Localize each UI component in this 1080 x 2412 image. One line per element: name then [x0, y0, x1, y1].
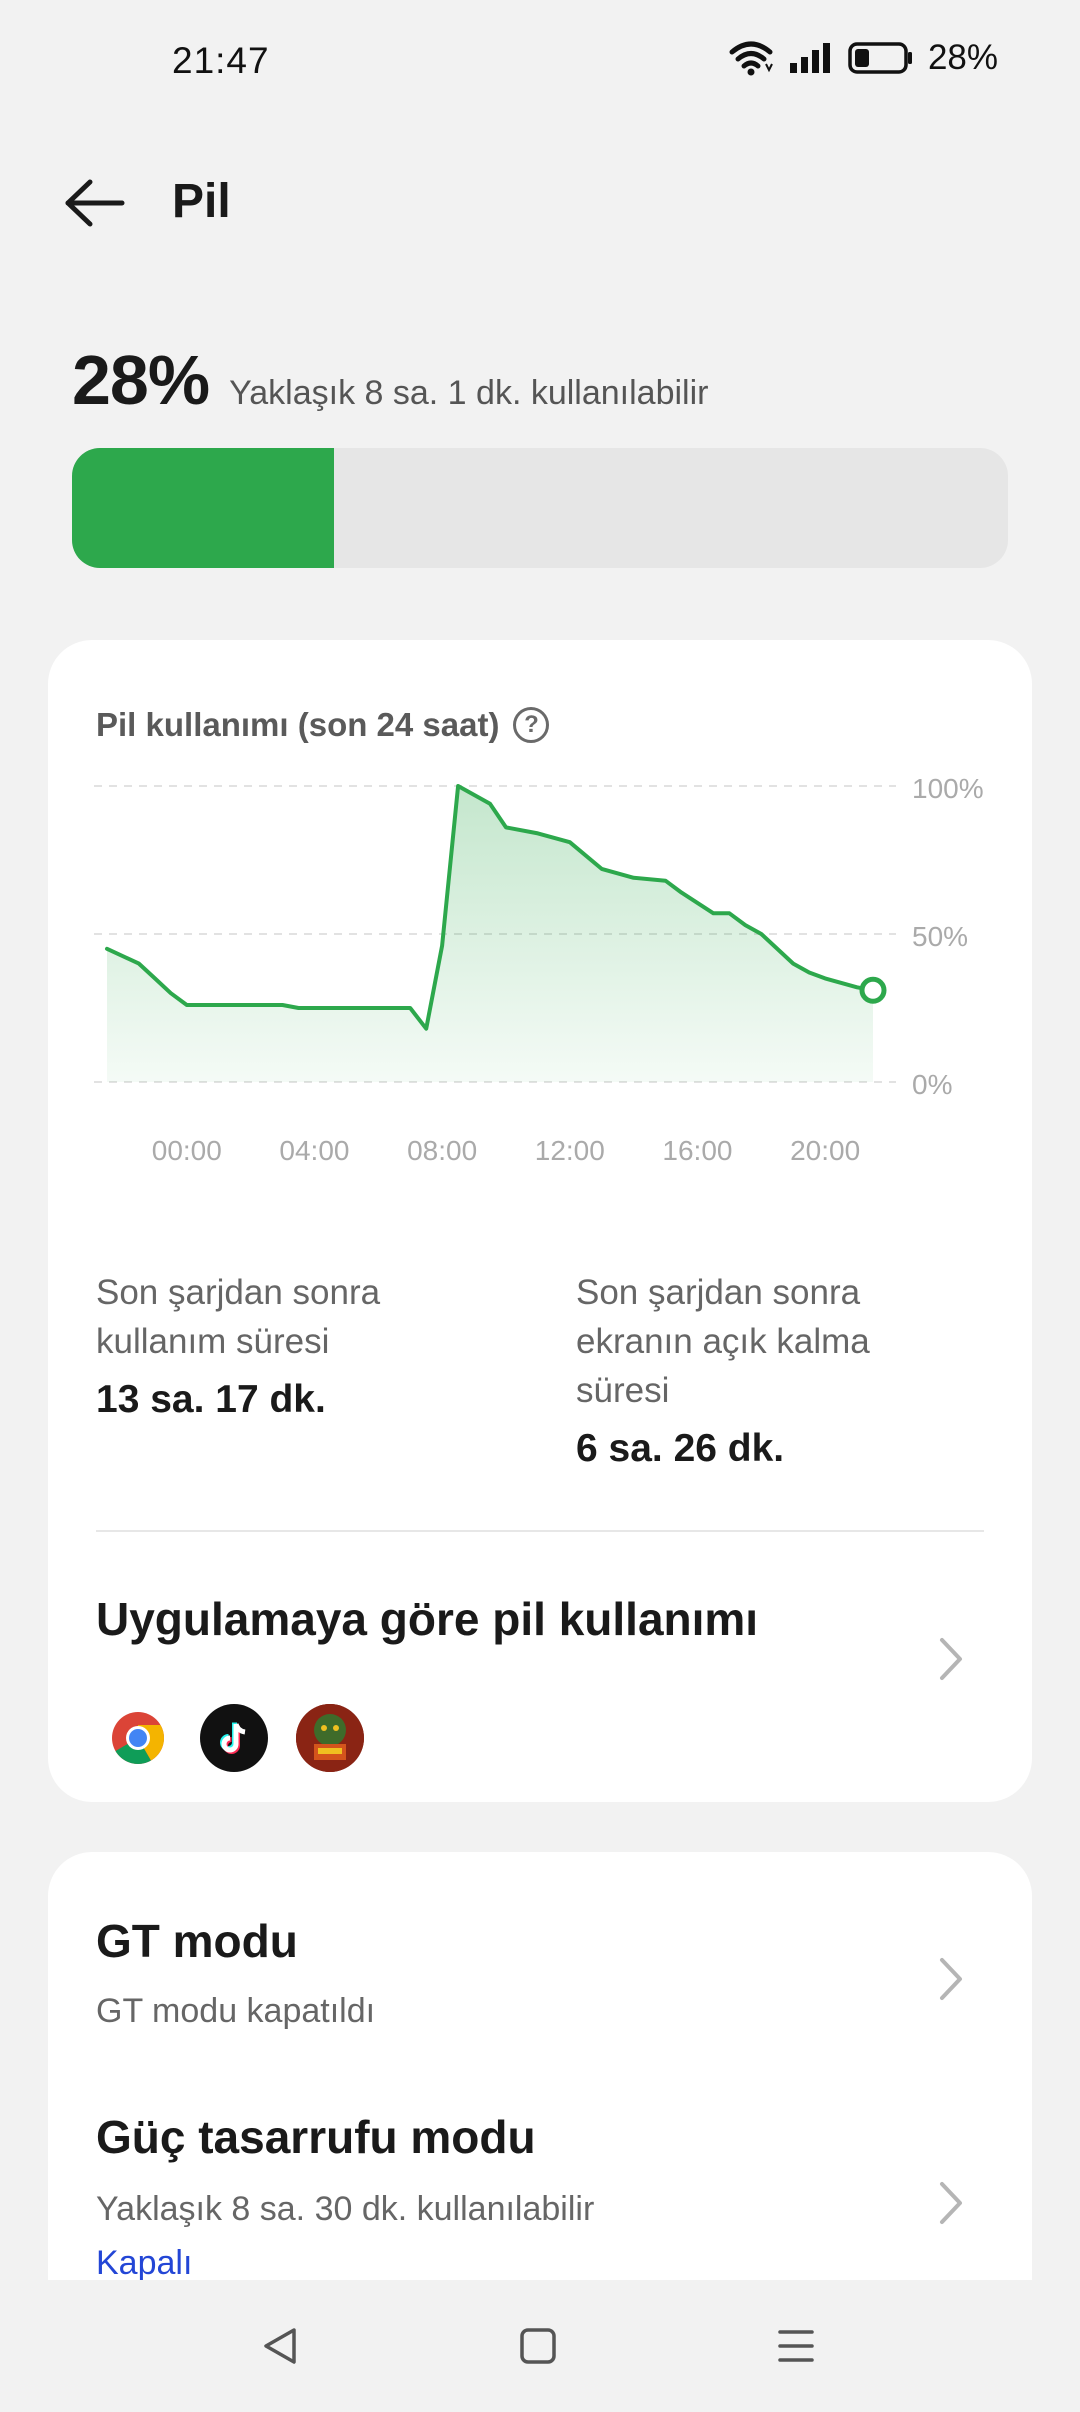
- gt-mode-status: GT modu kapatıldı: [96, 1992, 376, 2030]
- usage-by-app-row[interactable]: Uygulamaya göre pil kullanımı: [48, 1540, 1032, 1772]
- chart-x-tick-label: 00:00: [152, 1135, 222, 1166]
- recents-nav-button[interactable]: [764, 2314, 828, 2378]
- status-bar: 21:47 28%: [0, 0, 1080, 126]
- divider: [96, 1530, 984, 1532]
- recents-nav-icon: [778, 2330, 814, 2362]
- chevron-right-icon: [940, 1958, 962, 2000]
- chart-x-tick-label: 16:00: [662, 1135, 732, 1166]
- usage-time-stat: Son şarjdan sonra kullanım süresi 13 sa.…: [96, 1268, 516, 1422]
- chart-title-text: Pil kullanımı (son 24 saat): [96, 706, 500, 743]
- status-time: 21:47: [172, 40, 270, 81]
- gt-mode-row[interactable]: GT modu GT modu kapatıldı: [48, 1852, 1032, 2052]
- battery-usage-chart: 100% 50% 0% 00:00 04:00 08:00 12:00 16:00 20:00: [94, 773, 984, 1166]
- chart-title: Pil kullanımı (son 24 saat) ?: [96, 706, 550, 744]
- help-icon[interactable]: ?: [513, 707, 550, 743]
- battery-level-bar: [72, 448, 1008, 568]
- gt-mode-title: GT modu: [96, 1915, 298, 1967]
- usage-time-label: Son şarjdan sonra kullanım süresi: [96, 1273, 381, 1361]
- power-saving-estimate: Yaklaşık 8 sa. 30 dk. kullanılabilir: [96, 2190, 595, 2228]
- screen-on-label: Son şarjdan sonra ekranın açık kalma sür…: [576, 1273, 870, 1410]
- usage-by-app-title: Uygulamaya göre pil kullanımı: [96, 1593, 759, 1645]
- battery-percent: 28%: [72, 341, 210, 419]
- home-nav-icon: [520, 2328, 556, 2364]
- status-icons: 28%: [728, 38, 998, 78]
- power-saving-row[interactable]: Güç tasarrufu modu Yaklaşık 8 sa. 30 dk.…: [48, 2052, 1032, 2292]
- modes-card: GT modu GT modu kapatıldı Güç tasarrufu …: [48, 1852, 1032, 2292]
- power-saving-state: Kapalı: [96, 2244, 193, 2282]
- status-battery-percent: 28%: [927, 38, 998, 77]
- screen-on-stat: Son şarjdan sonra ekranın açık kalma sür…: [576, 1268, 996, 1471]
- app-icon-list: [104, 1704, 364, 1772]
- battery-level-fill: [72, 448, 335, 568]
- chart-x-tick-label: 08:00: [407, 1135, 477, 1166]
- chart-x-tick-label: 04:00: [279, 1135, 349, 1166]
- chevron-right-icon: [940, 2182, 962, 2224]
- back-nav-icon: [264, 2328, 296, 2364]
- chrome-icon: [104, 1704, 172, 1772]
- battery-usage-card: Pil kullanımı (son 24 saat) ? 100% 50% 0% …: [48, 640, 1032, 1802]
- home-nav-button[interactable]: [506, 2314, 570, 2378]
- page-title: Pil: [172, 175, 231, 228]
- back-button[interactable]: [64, 176, 128, 230]
- tiktok-icon: [200, 1704, 268, 1772]
- wifi-icon: [729, 41, 773, 76]
- screen-on-value: 6 sa. 26 dk.: [576, 1427, 785, 1470]
- back-nav-button[interactable]: [248, 2314, 312, 2378]
- battery-estimate: Yaklaşık 8 sa. 1 dk. kullanılabilir: [229, 374, 709, 412]
- app-bar: Pil: [0, 150, 1080, 260]
- chart-y-tick-label: 100%: [912, 773, 984, 804]
- battery-icon: [848, 42, 912, 74]
- power-saving-title: Güç tasarrufu modu: [96, 2111, 536, 2163]
- chart-x-tick-label: 12:00: [535, 1135, 605, 1166]
- system-nav-bar: [0, 2280, 1080, 2412]
- signal-icon: [789, 43, 830, 73]
- chart-y-tick-label: 50%: [912, 921, 968, 952]
- chart-x-tick-label: 20:00: [790, 1135, 860, 1166]
- back-arrow-icon: [65, 179, 125, 227]
- chevron-right-icon: [940, 1638, 962, 1680]
- usage-time-value: 13 sa. 17 dk.: [96, 1378, 326, 1421]
- battery-level-summary: 28% Yaklaşık 8 sa. 1 dk. kullanılabilir: [72, 340, 708, 420]
- chart-current-point: [859, 976, 887, 1004]
- game-icon: [296, 1704, 364, 1772]
- chart-y-tick-label: 0%: [912, 1069, 952, 1100]
